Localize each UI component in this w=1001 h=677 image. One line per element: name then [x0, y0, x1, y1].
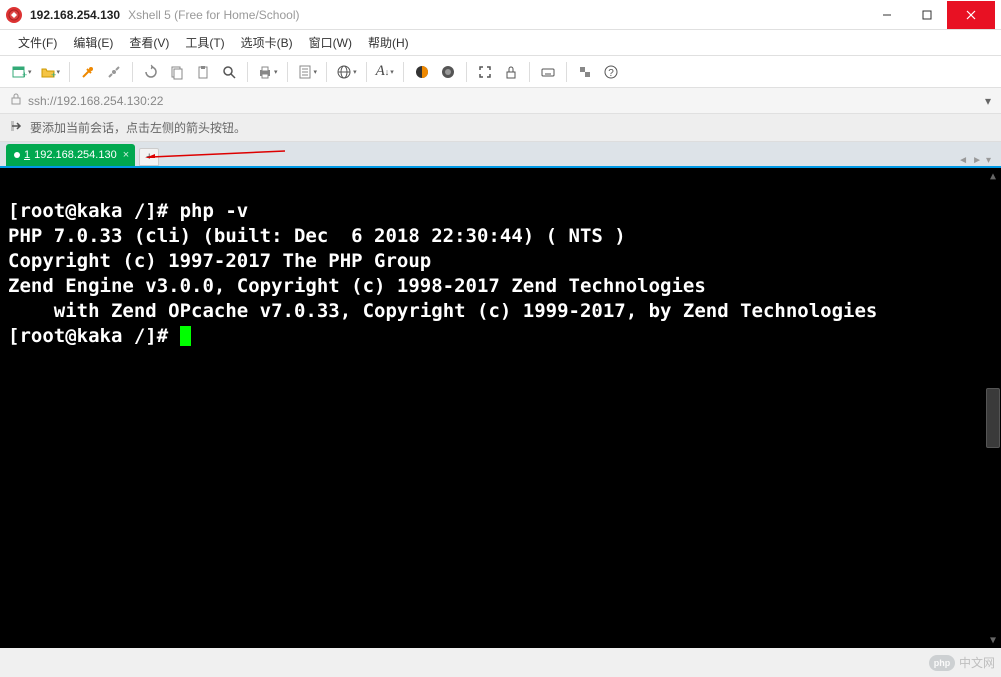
separator: [326, 62, 327, 82]
print-button[interactable]: ▾: [254, 60, 281, 84]
paste-button[interactable]: [191, 60, 215, 84]
new-tab-button[interactable]: +: [139, 148, 159, 166]
hosts-button[interactable]: [573, 60, 597, 84]
terminal-line: with Zend OPcache v7.0.33, Copyright (c)…: [8, 300, 877, 322]
separator: [247, 62, 248, 82]
watermark-badge: php: [929, 655, 955, 671]
terminal[interactable]: [root@kaka /]# php -v PHP 7.0.33 (cli) (…: [0, 168, 1001, 648]
separator: [466, 62, 467, 82]
hintbar: 要添加当前会话，点击左侧的箭头按钮。: [0, 114, 1001, 142]
color-scheme-button[interactable]: [410, 60, 434, 84]
close-button[interactable]: [947, 1, 995, 29]
title-host: 192.168.254.130: [30, 8, 120, 22]
terminal-scrollbar[interactable]: ▲ ▼: [985, 168, 1001, 648]
separator: [529, 62, 530, 82]
menu-edit[interactable]: 编辑(E): [65, 30, 121, 55]
titlebar: 192.168.254.130 Xshell 5 (Free for Home/…: [0, 0, 1001, 30]
session-tab[interactable]: 1 192.168.254.130 ×: [6, 144, 135, 166]
new-session-button[interactable]: +▾: [8, 60, 35, 84]
maximize-button[interactable]: [907, 1, 947, 29]
keyboard-button[interactable]: [536, 60, 560, 84]
reconnect-button[interactable]: [139, 60, 163, 84]
svg-text:+: +: [22, 70, 27, 80]
terminal-line: [root@kaka /]# php -v: [8, 200, 248, 222]
terminal-line: Zend Engine v3.0.0, Copyright (c) 1998-2…: [8, 275, 706, 297]
tab-number: 1: [24, 149, 30, 161]
svg-text:+: +: [51, 70, 56, 80]
fullscreen-button[interactable]: [473, 60, 497, 84]
copy-button[interactable]: [165, 60, 189, 84]
menu-window[interactable]: 窗口(W): [301, 30, 360, 55]
tab-status-dot: [14, 152, 20, 158]
tab-label: 192.168.254.130: [34, 149, 117, 161]
tab-next-icon[interactable]: ►: [972, 155, 982, 166]
address-url: ssh://192.168.254.130:22: [28, 94, 163, 108]
terminal-line: Copyright (c) 1997-2017 The PHP Group: [8, 250, 431, 272]
separator: [366, 62, 367, 82]
theme-button[interactable]: [436, 60, 460, 84]
open-folder-button[interactable]: +▾: [37, 60, 64, 84]
minimize-button[interactable]: [867, 1, 907, 29]
title-app: Xshell 5 (Free for Home/School): [128, 8, 299, 22]
cursor: [180, 326, 191, 346]
font-button[interactable]: A↓▾: [373, 60, 397, 84]
address-dropdown-icon[interactable]: ▾: [985, 94, 991, 108]
tab-close-icon[interactable]: ×: [123, 149, 129, 161]
separator: [566, 62, 567, 82]
tabbar: 1 192.168.254.130 × + ◄ ► ▾: [0, 142, 1001, 166]
hint-arrow-icon[interactable]: [10, 119, 24, 136]
menu-view[interactable]: 查看(V): [121, 30, 177, 55]
terminal-line: PHP 7.0.33 (cli) (built: Dec 6 2018 22:3…: [8, 225, 626, 247]
scroll-thumb[interactable]: [986, 388, 1000, 448]
lock-icon: [10, 93, 22, 108]
scroll-down-icon[interactable]: ▼: [990, 632, 996, 648]
toolbar: +▾ +▾ ▾ ▾ ▾ A↓▾ ?: [0, 56, 1001, 88]
app-icon: [6, 7, 22, 23]
addressbar[interactable]: ssh://192.168.254.130:22 ▾: [0, 88, 1001, 114]
search-button[interactable]: [217, 60, 241, 84]
menu-file[interactable]: 文件(F): [10, 30, 65, 55]
separator: [132, 62, 133, 82]
menubar: 文件(F) 编辑(E) 查看(V) 工具(T) 选项卡(B) 窗口(W) 帮助(…: [0, 30, 1001, 56]
menu-tabs[interactable]: 选项卡(B): [233, 30, 301, 55]
disconnect-button[interactable]: [102, 60, 126, 84]
connect-button[interactable]: [76, 60, 100, 84]
properties-button[interactable]: ▾: [294, 60, 321, 84]
menu-tools[interactable]: 工具(T): [177, 30, 232, 55]
terminal-prompt: [root@kaka /]#: [8, 325, 180, 347]
menu-help[interactable]: 帮助(H): [360, 30, 417, 55]
hint-text: 要添加当前会话，点击左侧的箭头按钮。: [30, 119, 246, 136]
separator: [287, 62, 288, 82]
separator: [69, 62, 70, 82]
svg-text:?: ?: [608, 68, 614, 79]
scroll-up-icon[interactable]: ▲: [990, 168, 996, 184]
annotation-arrow: [145, 150, 285, 158]
help-button[interactable]: ?: [599, 60, 623, 84]
lock-button[interactable]: [499, 60, 523, 84]
separator: [403, 62, 404, 82]
watermark: php 中文网: [929, 654, 995, 671]
watermark-text: 中文网: [959, 654, 995, 671]
tab-prev-icon[interactable]: ◄: [958, 155, 968, 166]
globe-button[interactable]: ▾: [333, 60, 360, 84]
